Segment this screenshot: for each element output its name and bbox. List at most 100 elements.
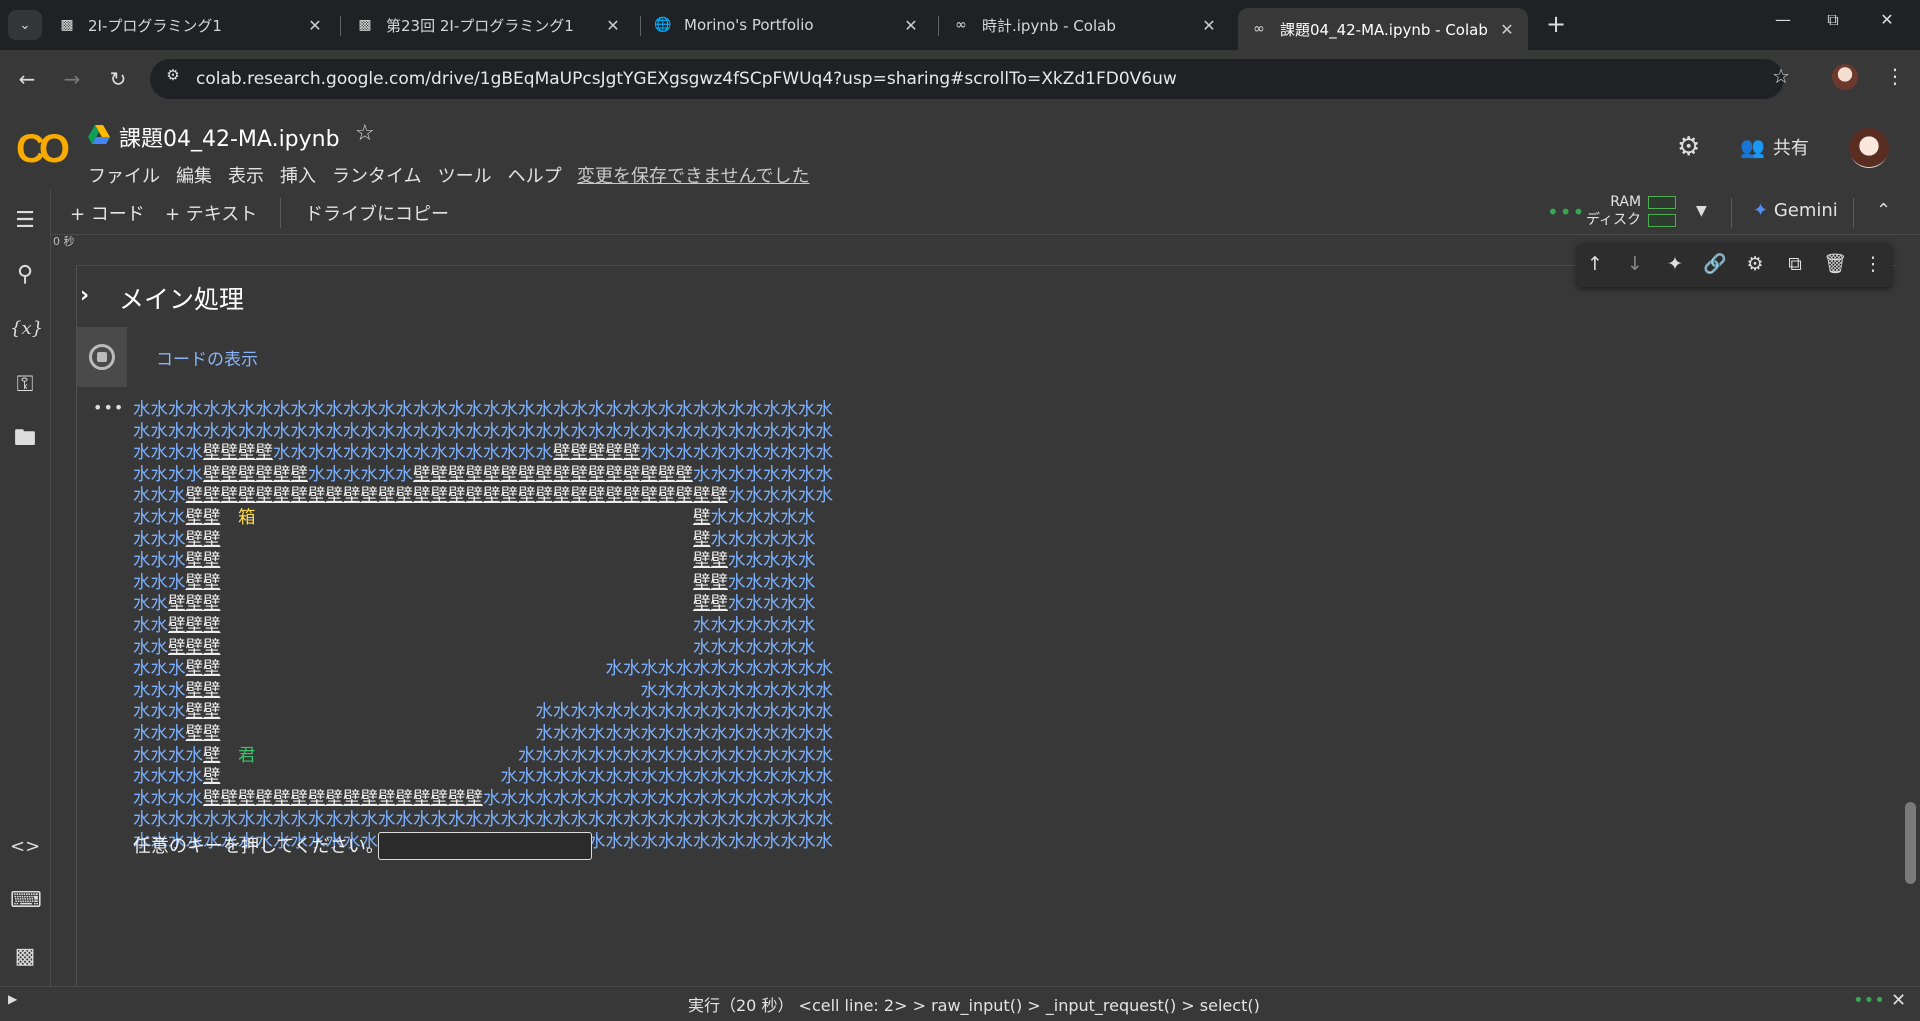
output-menu-icon[interactable]: ••• xyxy=(93,398,124,417)
wall-tile: 壁 xyxy=(203,594,221,615)
browser-tab-3[interactable]: 🌐 Morino's Portfolio ✕ xyxy=(642,8,932,42)
empty-tile xyxy=(448,508,466,530)
empty-tile xyxy=(518,659,536,681)
browser-tab-active[interactable]: ∞ 課題04_42-MA.ipynb - Colab ✕ xyxy=(1238,8,1528,50)
water-tile: 水 xyxy=(413,810,431,831)
status-expand-icon[interactable]: ▶ xyxy=(8,992,17,1006)
cell-settings-gear-icon[interactable]: ⚙ xyxy=(1740,249,1770,279)
chevron-up-icon[interactable]: ⌃ xyxy=(1876,200,1891,221)
menu-runtime[interactable]: ランタイム xyxy=(332,162,422,188)
delete-trash-icon[interactable]: 🗑 xyxy=(1820,249,1850,279)
empty-tile xyxy=(431,530,449,552)
empty-tile xyxy=(536,573,554,595)
wall-tile: 壁 xyxy=(185,507,204,528)
browser-menu-icon[interactable]: ⋮ xyxy=(1885,64,1905,88)
browser-tab-1[interactable]: ▩ 2I-プログラミング1 ✕ xyxy=(46,8,336,42)
empty-tile xyxy=(641,508,659,530)
menu-tools[interactable]: ツール xyxy=(438,162,492,188)
user-avatar[interactable] xyxy=(1849,128,1889,168)
gemini-button[interactable]: ✦ Gemini xyxy=(1753,200,1838,221)
empty-tile xyxy=(606,681,624,703)
menu-edit[interactable]: 編集 xyxy=(176,162,212,188)
menu-file[interactable]: ファイル xyxy=(88,162,160,188)
menu-insert[interactable]: 挿入 xyxy=(280,162,316,188)
empty-tile xyxy=(518,702,536,724)
secrets-key-icon[interactable]: ⚿ xyxy=(10,370,40,400)
empty-tile xyxy=(378,573,396,595)
empty-tile xyxy=(641,638,659,660)
restore-icon[interactable]: ⧉ xyxy=(1810,10,1856,30)
stop-execution-button[interactable] xyxy=(77,327,127,387)
settings-gear-icon[interactable]: ⚙ xyxy=(1677,132,1700,162)
water-tile: 水 xyxy=(518,443,536,464)
more-options-icon[interactable]: ⋮ xyxy=(1858,249,1888,279)
minimize-icon[interactable]: — xyxy=(1760,10,1806,29)
files-folder-icon[interactable]: 🖿 xyxy=(10,424,40,454)
save-warning-link[interactable]: 変更を保存できませんでした xyxy=(577,162,810,188)
water-tile: 水 xyxy=(185,443,204,464)
resource-monitor[interactable]: RAM ディスク xyxy=(1586,193,1641,229)
mirror-cell-icon[interactable]: ⧉ xyxy=(1780,249,1810,279)
water-tile: 水 xyxy=(378,400,396,420)
show-code-link[interactable]: コードの表示 xyxy=(156,345,258,370)
empty-tile xyxy=(571,638,589,660)
section-expand-chevron-icon[interactable]: › xyxy=(80,283,89,308)
link-icon[interactable]: 🔗 xyxy=(1700,249,1730,279)
add-text-button[interactable]: + テキスト xyxy=(165,200,257,226)
copy-to-drive-button[interactable]: ドライブにコピー xyxy=(305,200,449,226)
status-close-icon[interactable]: ✕ xyxy=(1891,990,1906,1011)
empty-tile xyxy=(221,746,239,768)
url-text[interactable]: colab.research.google.com/drive/1gBEqMaU… xyxy=(196,69,1177,89)
empty-tile xyxy=(396,746,414,768)
reload-icon[interactable]: ↻ xyxy=(103,64,133,94)
runtime-status-dots[interactable]: ••• xyxy=(1547,200,1585,224)
water-tile: 水 xyxy=(483,421,501,442)
menu-view[interactable]: 表示 xyxy=(228,162,264,188)
close-icon[interactable]: ✕ xyxy=(602,16,624,35)
command-palette-icon[interactable]: ⌨ xyxy=(10,886,42,916)
raw-input-field[interactable] xyxy=(378,832,592,860)
water-tile: 水 xyxy=(185,464,204,485)
close-icon[interactable]: ✕ xyxy=(304,16,326,35)
move-down-arrow-icon[interactable]: ↓ xyxy=(1620,249,1650,279)
browser-tab-4[interactable]: ∞ 時計.ipynb - Colab ✕ xyxy=(940,8,1230,42)
back-arrow-icon[interactable]: ← xyxy=(12,64,42,94)
water-tile: 水 xyxy=(745,810,764,831)
table-of-contents-icon[interactable]: ☰ xyxy=(10,206,40,236)
chevron-down-icon[interactable]: ▼ xyxy=(1696,203,1707,219)
wall-tile: 壁 xyxy=(203,486,221,507)
terminal-icon[interactable]: ▩ xyxy=(10,942,40,972)
google-drive-icon[interactable] xyxy=(88,125,110,145)
colab-logo[interactable]: CO xyxy=(16,127,70,172)
close-icon[interactable]: ✕ xyxy=(1496,20,1518,39)
notebook-title[interactable]: 課題04_42-MA.ipynb xyxy=(119,121,340,153)
empty-tile xyxy=(536,681,554,703)
search-icon[interactable]: ⚲ xyxy=(10,260,40,290)
star-icon[interactable]: ☆ xyxy=(355,121,375,146)
new-tab-button[interactable]: + xyxy=(1545,10,1567,40)
water-tile: 水 xyxy=(728,594,746,615)
move-up-arrow-icon[interactable]: ↑ xyxy=(1580,249,1610,279)
close-icon[interactable]: ✕ xyxy=(1198,16,1220,35)
forward-arrow-icon[interactable]: → xyxy=(57,64,87,94)
wall-tile: 壁 xyxy=(255,788,274,809)
status-dots-icon[interactable]: ••• xyxy=(1853,990,1885,1011)
sparkle-icon[interactable]: ✦ xyxy=(1660,249,1690,279)
tab-search-chevron-icon[interactable]: ⌄ xyxy=(8,10,42,40)
bookmark-star-icon[interactable]: ☆ xyxy=(1772,64,1790,88)
window-close-icon[interactable]: ✕ xyxy=(1864,10,1910,29)
code-snippets-icon[interactable]: <> xyxy=(10,832,40,862)
water-tile: 水 xyxy=(745,723,764,744)
water-tile: 水 xyxy=(360,400,379,420)
site-info-icon[interactable]: ⚙ xyxy=(160,62,186,88)
add-code-button[interactable]: + コード xyxy=(70,200,145,226)
menu-help[interactable]: ヘルプ xyxy=(508,162,562,188)
empty-tile xyxy=(343,638,361,660)
water-tile: 水 xyxy=(448,443,466,464)
share-button[interactable]: 👥 共有 xyxy=(1740,134,1809,160)
vertical-scrollbar-thumb[interactable] xyxy=(1905,802,1916,884)
browser-tab-2[interactable]: ▩ 第23回 2I-プログラミング1 ✕ xyxy=(344,8,634,42)
close-icon[interactable]: ✕ xyxy=(900,16,922,35)
profile-avatar[interactable] xyxy=(1832,64,1858,90)
variables-icon[interactable]: {x} xyxy=(10,314,43,344)
